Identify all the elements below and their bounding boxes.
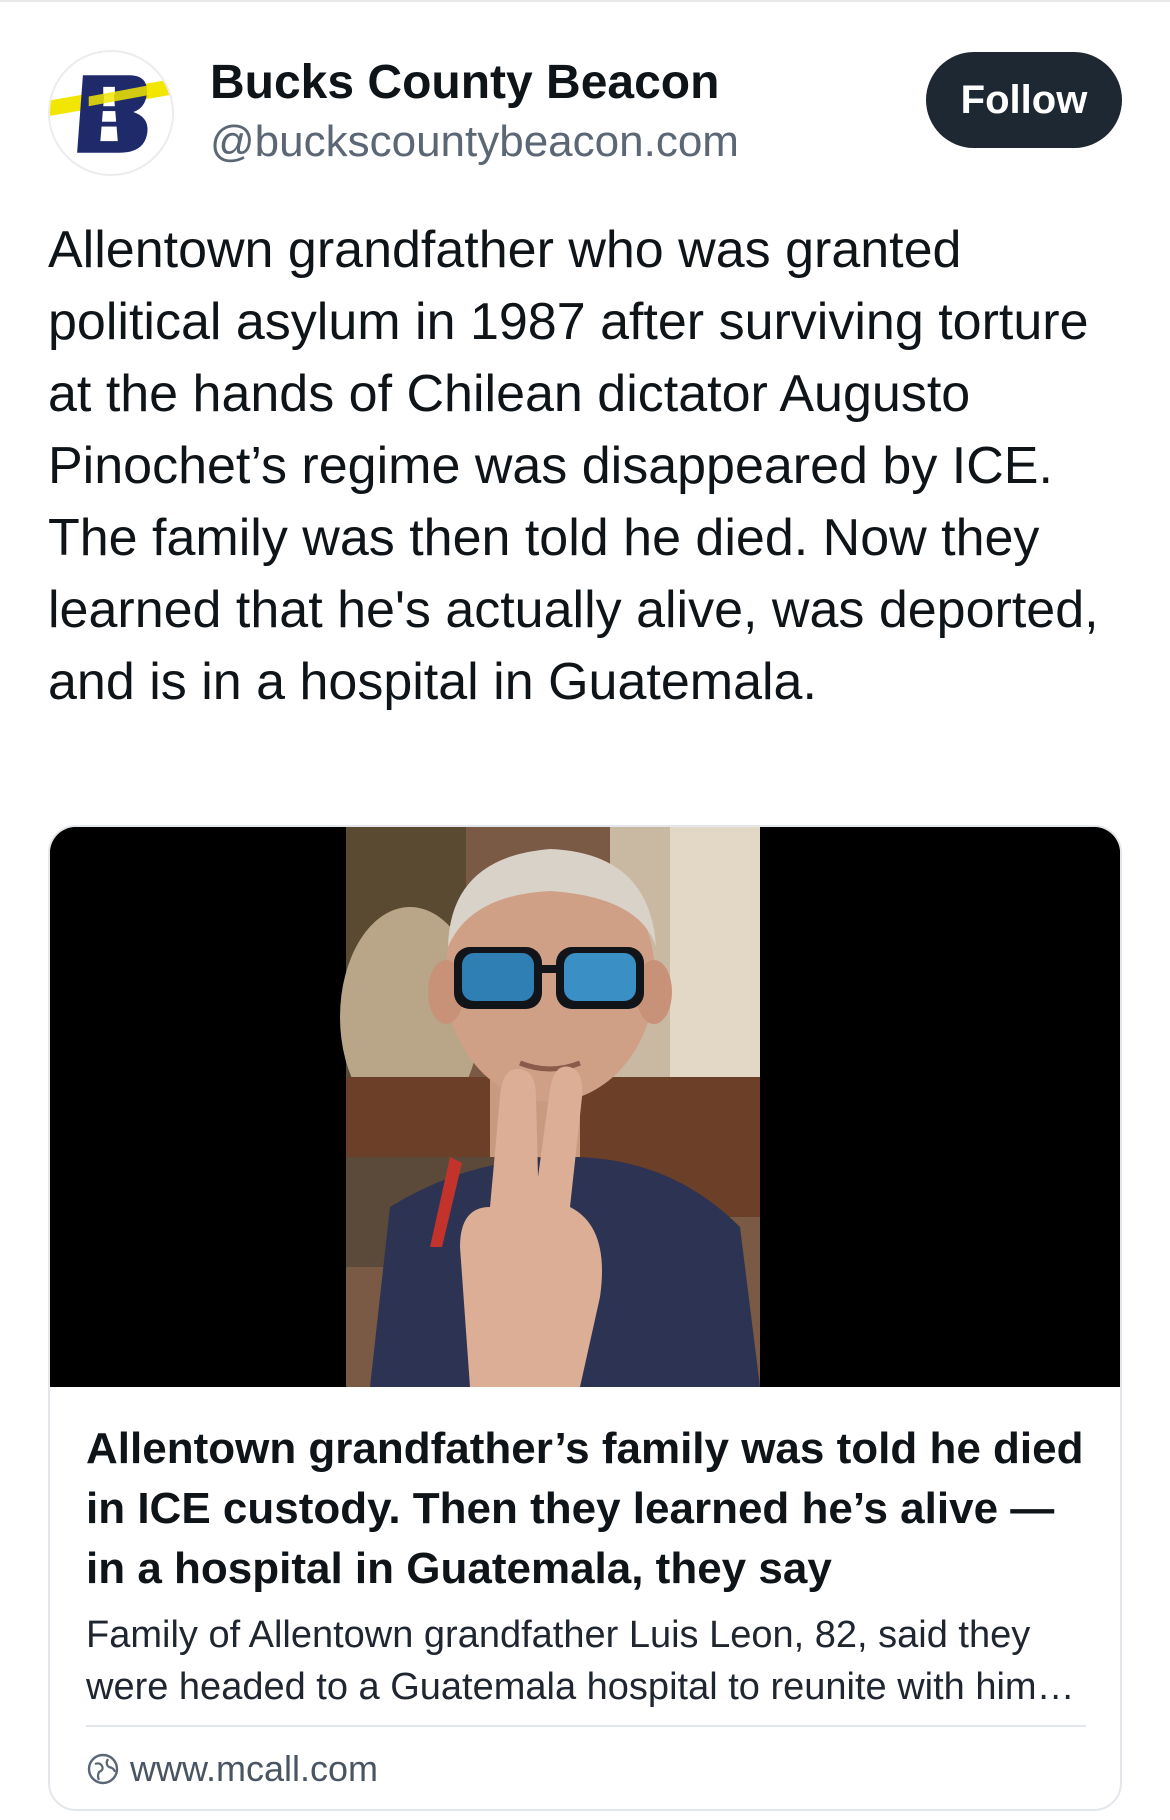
link-card-divider xyxy=(86,1725,1086,1727)
author-info: Bucks County Beacon @buckscountybeacon.c… xyxy=(210,54,739,170)
link-card-domain: www.mcall.com xyxy=(86,1745,378,1793)
link-card-title: Allentown grandfather’s family was told … xyxy=(86,1424,1084,1593)
link-card-body: Allentown grandfather’s family was told … xyxy=(86,1419,1086,1713)
author-display-name[interactable]: Bucks County Beacon xyxy=(210,54,739,112)
link-card-domain-text: www.mcall.com xyxy=(130,1748,379,1789)
link-card-description: Family of Allentown grandfather Luis Leo… xyxy=(86,1614,1037,1708)
link-card-image xyxy=(50,827,1120,1387)
lighthouse-b-logo-icon xyxy=(50,75,172,153)
news-photo-elderly-man-sunglasses xyxy=(50,827,1120,1387)
author-avatar[interactable] xyxy=(48,50,174,176)
link-card[interactable]: Allentown grandfather’s family was told … xyxy=(48,825,1122,1811)
post-header: Bucks County Beacon @buckscountybeacon.c… xyxy=(48,48,1122,178)
post: Bucks County Beacon @buckscountybeacon.c… xyxy=(0,0,1170,1820)
post-text: Allentown grandfather who was granted po… xyxy=(48,221,1099,711)
follow-button[interactable]: Follow xyxy=(926,52,1122,148)
author-handle[interactable]: @buckscountybeacon.com xyxy=(210,114,739,170)
globe-icon xyxy=(87,1753,119,1785)
